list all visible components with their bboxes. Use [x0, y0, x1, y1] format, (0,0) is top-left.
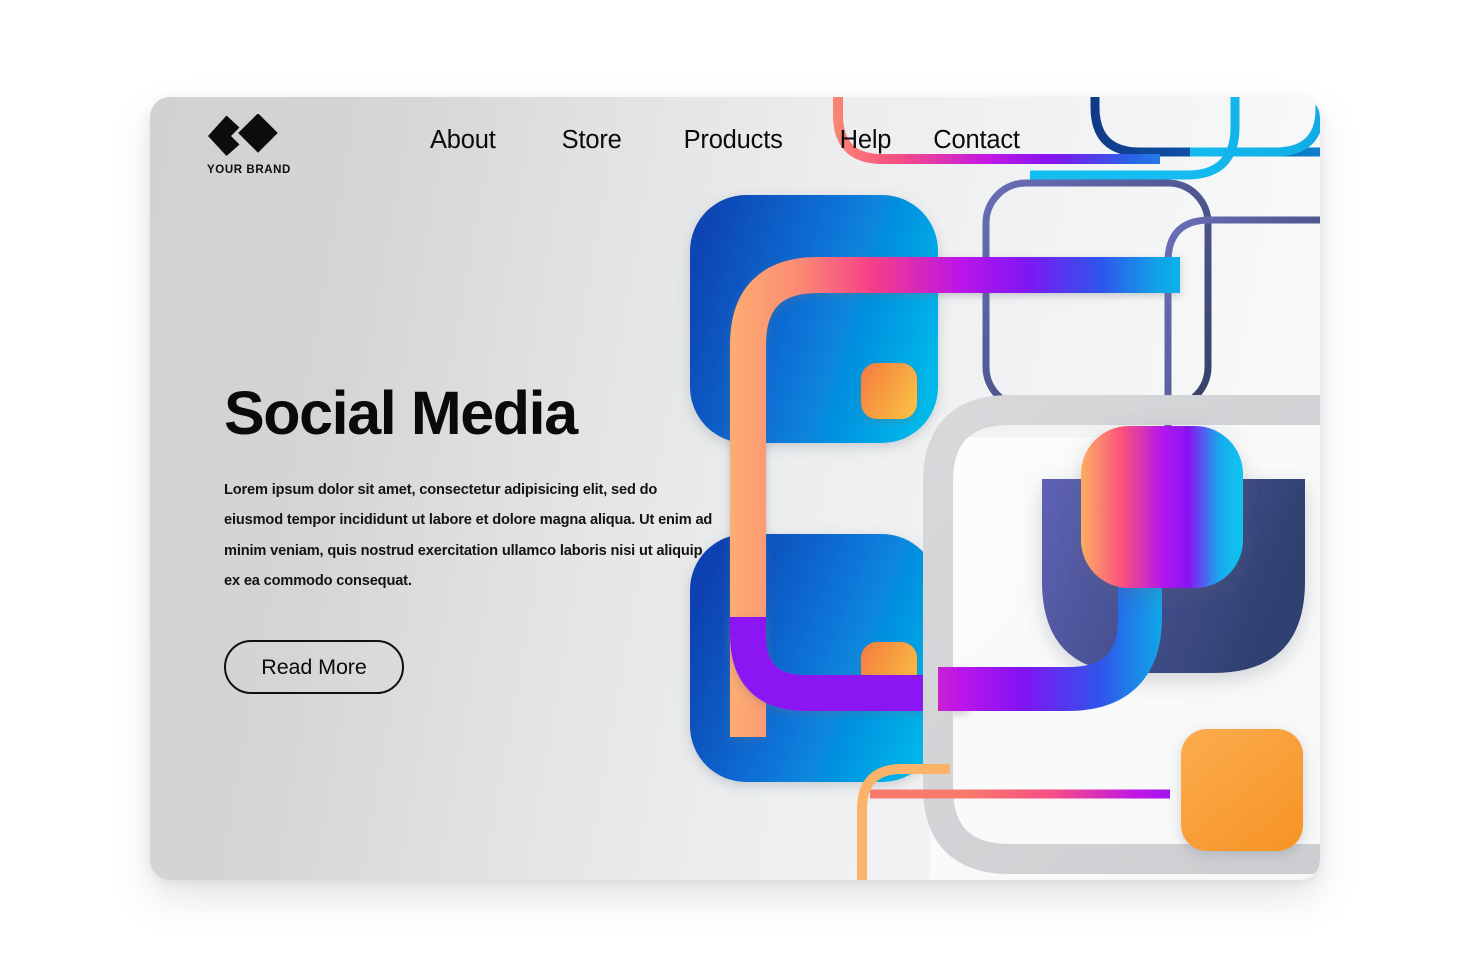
brand-name: YOUR BRAND — [207, 164, 291, 176]
nav-item-help[interactable]: Help — [840, 126, 892, 155]
shape-orange-square-bottom — [1181, 729, 1303, 851]
hero-card: YOUR BRAND About Store Products Help Con… — [150, 97, 1320, 880]
nav-item-about[interactable]: About — [430, 126, 496, 155]
read-more-button[interactable]: Read More — [224, 640, 404, 695]
shape-outline-navy-rect — [982, 179, 1212, 411]
hero-copy-block: Social Media Lorem ipsum dolor sit amet,… — [224, 379, 734, 695]
hero-paragraph: Lorem ipsum dolor sit amet, consectetur … — [224, 481, 713, 589]
nav-item-products[interactable]: Products — [684, 126, 783, 155]
shape-orange-chip-top — [861, 363, 917, 419]
nav-item-store[interactable]: Store — [562, 126, 622, 155]
page-title: Social Media — [224, 379, 578, 447]
brand-logo[interactable]: YOUR BRAND — [198, 114, 368, 176]
shape-gradient-squircle — [1081, 426, 1243, 588]
main-navigation: About Store Products Help Contact — [430, 126, 1020, 155]
screenshot-root: YOUR BRAND About Store Products Help Con… — [0, 0, 1470, 980]
nav-item-contact[interactable]: Contact — [933, 126, 1020, 155]
double-diamond-logo-icon — [208, 114, 278, 156]
site-header: YOUR BRAND About Store Products Help Con… — [150, 97, 1320, 207]
